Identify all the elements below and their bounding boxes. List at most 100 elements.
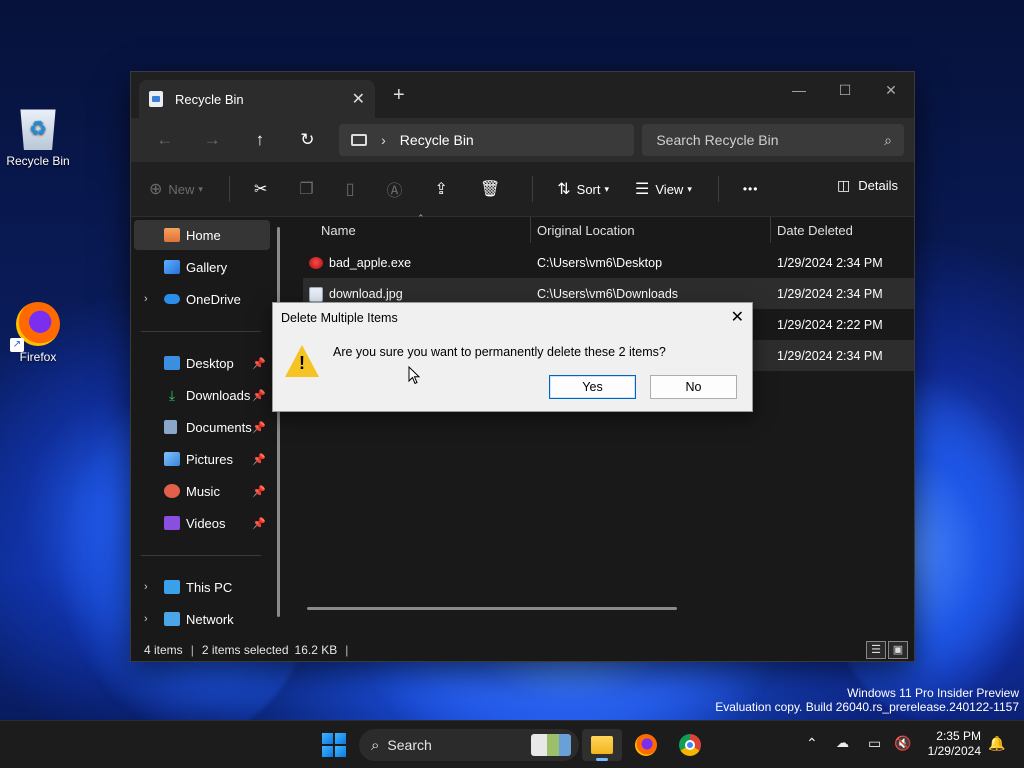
close-icon[interactable]: ✕ xyxy=(731,307,744,327)
tab-recycle-bin[interactable]: Recycle Bin ✕ xyxy=(139,80,375,118)
yes-button[interactable]: Yes xyxy=(549,375,636,399)
minimize-button[interactable]: — xyxy=(776,76,822,104)
pin-icon: 📌 xyxy=(252,357,266,370)
search-icon: ⌕ xyxy=(884,131,892,148)
notification-bell-icon[interactable]: 🔔 xyxy=(988,735,1005,752)
taskbar-firefox[interactable] xyxy=(626,729,666,761)
file-name: bad_apple.exe xyxy=(329,256,412,270)
video-icon xyxy=(164,516,180,530)
sidebar-item-music[interactable]: Music 📌 xyxy=(134,476,270,506)
column-header-original-location[interactable]: Original Location xyxy=(537,223,635,238)
window-controls: — ☐ ✕ xyxy=(776,76,914,104)
cut-button[interactable]: ✂ xyxy=(254,179,273,199)
music-icon xyxy=(164,484,180,498)
column-divider[interactable] xyxy=(770,217,771,243)
sidebar-item-onedrive[interactable]: › OneDrive xyxy=(134,284,270,314)
sort-button[interactable]: ⇅ Sort ▾ xyxy=(557,179,609,199)
sidebar-item-desktop[interactable]: Desktop 📌 xyxy=(134,348,270,378)
sidebar-item-this-pc[interactable]: › This PC xyxy=(134,572,270,602)
details-button[interactable]: ◫ Details xyxy=(837,177,898,194)
more-options-button[interactable]: ••• xyxy=(743,182,759,196)
network-icon[interactable]: ▭ xyxy=(868,735,881,752)
divider: | xyxy=(190,643,194,657)
sidebar-item-videos[interactable]: Videos 📌 xyxy=(134,508,270,538)
details-view-icon[interactable]: ☰ xyxy=(866,641,886,659)
column-divider[interactable] xyxy=(530,217,531,243)
chevron-right-icon[interactable]: › xyxy=(144,581,148,593)
sidebar-item-gallery[interactable]: Gallery xyxy=(134,252,270,282)
desktop-icon-firefox[interactable]: ↗ Firefox xyxy=(0,302,76,364)
speaker-muted-icon[interactable]: 🔇 xyxy=(894,735,911,752)
taskbar-search[interactable]: ⌕ Search xyxy=(359,729,579,761)
desktop-icon-recycle-bin[interactable]: Recycle Bin xyxy=(0,106,76,168)
image-file-icon xyxy=(309,287,323,302)
view-list-icon: ☰ xyxy=(635,181,650,198)
file-date-deleted: 1/29/2024 2:34 PM xyxy=(777,349,883,363)
table-row[interactable]: bad_apple.exe C:\Users\vm6\Desktop 1/29/… xyxy=(303,247,914,278)
up-button[interactable]: ↑ xyxy=(236,130,284,150)
desktop-icon xyxy=(164,356,180,370)
share-button[interactable]: ⇪ xyxy=(435,179,454,199)
chevron-up-icon[interactable]: ⌃ xyxy=(806,735,818,752)
breadcrumb-recycle-bin[interactable]: Recycle Bin xyxy=(400,132,474,148)
taskbar-file-explorer[interactable] xyxy=(582,729,622,761)
search-highlight-image xyxy=(531,734,571,756)
chevron-right-icon[interactable]: › xyxy=(144,613,148,625)
new-tab-button[interactable]: + xyxy=(393,84,405,107)
status-bar: 4 items | 2 items selected 16.2 KB | ☰ ▣ xyxy=(131,639,914,661)
address-bar[interactable]: › Recycle Bin xyxy=(339,124,635,156)
pin-icon: 📌 xyxy=(252,517,266,530)
close-tab-icon[interactable]: ✕ xyxy=(352,89,365,109)
file-original-location: C:\Users\vm6\Desktop xyxy=(537,256,663,270)
copy-button[interactable]: ❐ xyxy=(299,179,319,199)
sidebar-item-label: Downloads xyxy=(186,387,251,403)
gallery-icon xyxy=(164,260,180,274)
tiles-view-icon[interactable]: ▣ xyxy=(888,641,908,659)
taskbar-chrome[interactable] xyxy=(670,729,710,761)
column-header-row: Name ⌃ Original Location Date Deleted xyxy=(289,213,914,243)
chevron-right-icon[interactable]: › xyxy=(381,132,386,148)
back-button[interactable]: ← xyxy=(141,130,189,150)
onedrive-offline-icon[interactable]: ☁ xyxy=(836,735,849,751)
pin-icon: 📌 xyxy=(252,389,266,402)
divider xyxy=(717,176,719,202)
sidebar-item-label: Gallery xyxy=(186,259,228,275)
column-header-date-deleted[interactable]: Date Deleted xyxy=(777,223,853,238)
sidebar-item-downloads[interactable]: ⤓ Downloads 📌 xyxy=(134,380,270,410)
download-icon: ⤓ xyxy=(168,387,176,403)
chevron-right-icon[interactable]: › xyxy=(144,293,148,305)
sidebar-item-label: Home xyxy=(186,227,221,243)
new-button[interactable]: ⊕ New ▾ xyxy=(149,179,203,199)
cloud-icon xyxy=(164,294,180,304)
divider xyxy=(141,555,261,556)
start-button[interactable] xyxy=(322,733,346,757)
maximize-button[interactable]: ☐ xyxy=(822,76,868,104)
column-header-name[interactable]: Name xyxy=(321,223,356,238)
computer-icon xyxy=(164,580,180,594)
picture-icon xyxy=(164,452,180,466)
close-window-button[interactable]: ✕ xyxy=(868,76,914,104)
details-label: Details xyxy=(858,178,898,193)
refresh-button[interactable]: ↻ xyxy=(284,130,332,150)
clock[interactable]: 2:35 PM 1/29/2024 xyxy=(928,729,981,759)
file-list: Name ⌃ Original Location Date Deleted ba… xyxy=(289,213,914,642)
chevron-down-icon: ▾ xyxy=(604,183,610,194)
horizontal-scrollbar[interactable] xyxy=(307,607,677,610)
sidebar-item-documents[interactable]: Documents 📌 xyxy=(134,412,270,442)
sidebar-item-network[interactable]: › Network xyxy=(134,604,270,634)
sidebar-scrollbar[interactable] xyxy=(277,227,280,617)
view-button[interactable]: ☰ View ▾ xyxy=(635,179,692,199)
sidebar-item-home[interactable]: Home xyxy=(134,220,270,250)
desktop-icon-label: Recycle Bin xyxy=(6,154,70,168)
sidebar-item-label: Network xyxy=(186,611,234,627)
computer-icon xyxy=(351,134,368,146)
forward-button[interactable]: → xyxy=(189,130,237,150)
paste-button[interactable]: ▯ xyxy=(346,179,361,199)
rename-button[interactable]: Ⓐ xyxy=(387,177,409,201)
delete-button[interactable]: 🗑 xyxy=(480,179,506,199)
search-input[interactable]: Search Recycle Bin ⌕ xyxy=(642,124,904,156)
no-button[interactable]: No xyxy=(650,375,737,399)
sidebar-item-pictures[interactable]: Pictures 📌 xyxy=(134,444,270,474)
layout-toggle: ☰ ▣ xyxy=(864,641,908,659)
sidebar-item-label: OneDrive xyxy=(186,291,241,307)
